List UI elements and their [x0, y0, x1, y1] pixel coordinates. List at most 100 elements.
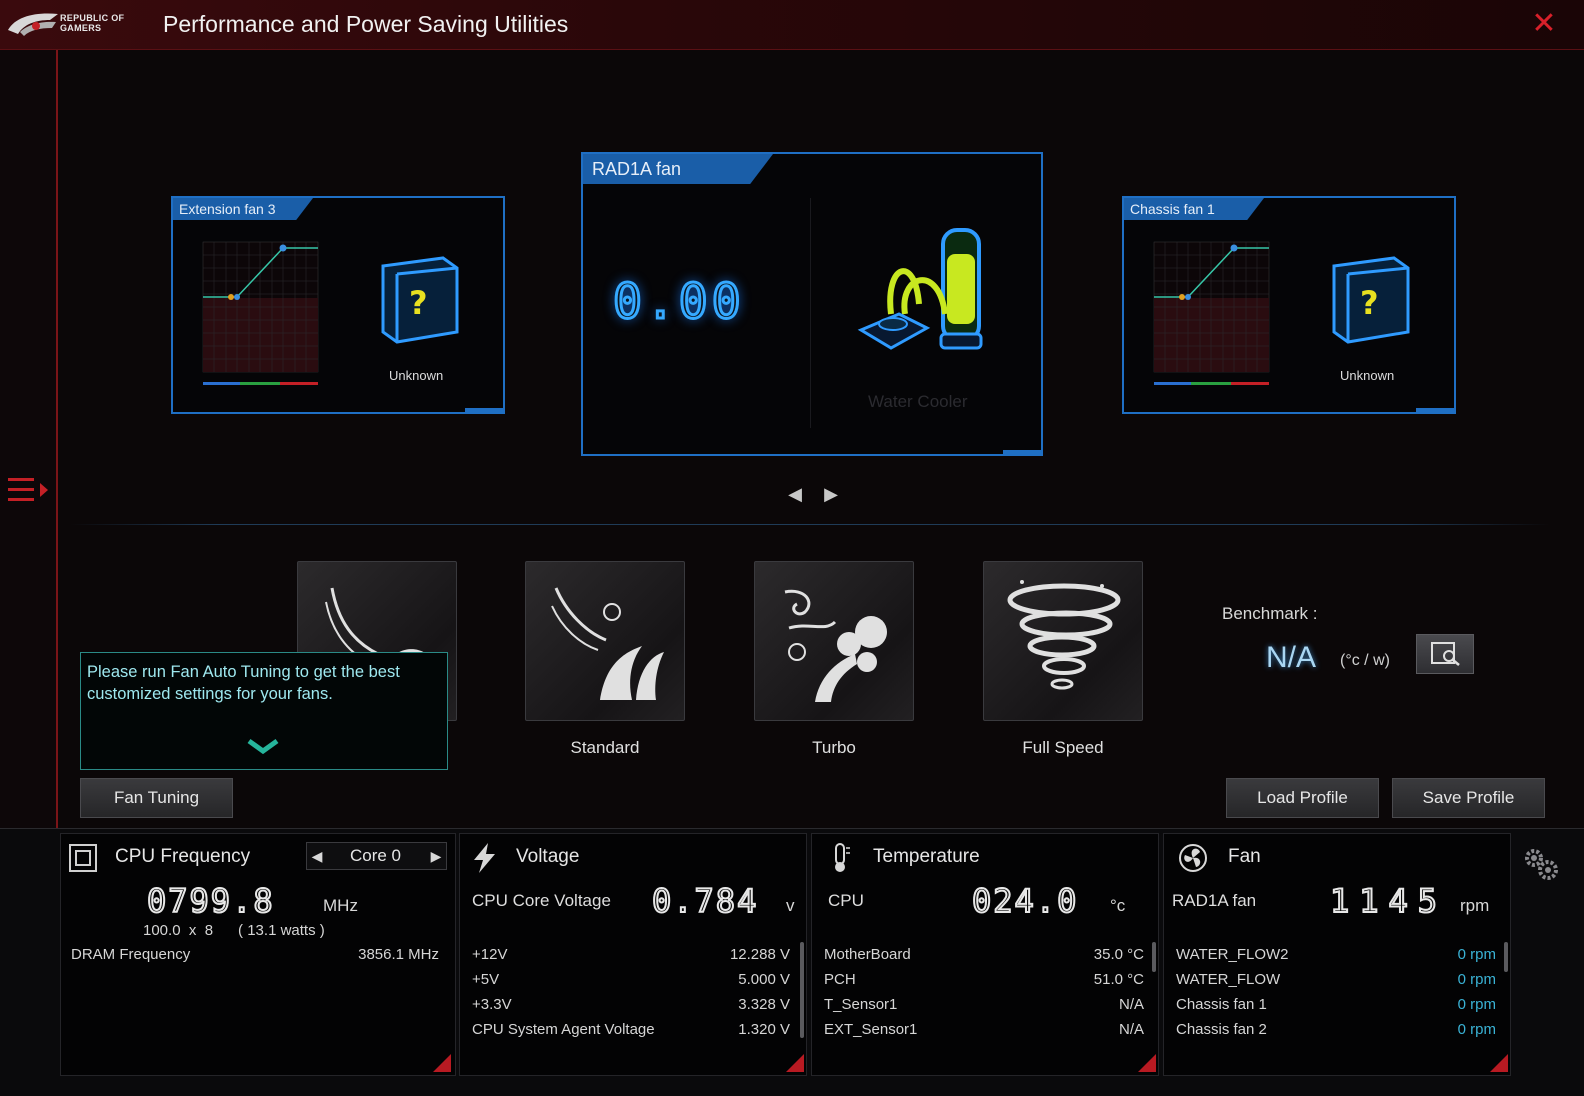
scrollbar[interactable]: [800, 942, 804, 1038]
temperature-row-value: 51.0 °C: [1093, 971, 1144, 988]
tooltip-text: Please run Fan Auto Tuning to get the be…: [87, 663, 400, 703]
fan-row-label: WATER_FLOW2: [1176, 946, 1289, 963]
cpu-core-voltage-readout: 0.784: [651, 881, 759, 921]
temperature-row-value: 35.0 °C: [1093, 946, 1144, 963]
temperature-row-label: PCH: [824, 971, 856, 988]
core-next-icon[interactable]: ▶: [428, 846, 444, 866]
device-label: Water Cooler: [868, 392, 968, 411]
device-label: Unknown: [389, 368, 444, 383]
svg-text:?: ?: [409, 284, 428, 322]
main-label: CPU: [828, 891, 864, 910]
prev-fan-arrow-icon[interactable]: ◀: [786, 484, 804, 504]
panel-expand-icon[interactable]: [1490, 1054, 1508, 1072]
mode-label: Standard: [570, 738, 640, 757]
fan-row-label: Chassis fan 1: [1176, 996, 1267, 1013]
chevron-down-icon[interactable]: [245, 737, 281, 757]
unit-label: v: [786, 896, 795, 915]
voltage-row-label: +5V: [472, 971, 500, 988]
card-corner: [465, 408, 505, 414]
main-label: RAD1A fan: [1172, 891, 1257, 910]
scrollbar[interactable]: [1504, 942, 1508, 972]
panel-title: Fan: [1228, 846, 1261, 867]
voltage-panel: Voltage CPU Core Voltage 0.784 v +12V 12…: [459, 833, 807, 1076]
temperature-row-value: N/A: [1118, 996, 1144, 1013]
save-profile-button[interactable]: Save Profile: [1392, 778, 1545, 818]
menu-expand-icon[interactable]: [6, 475, 50, 507]
fan-speed-readout: 0.00: [612, 273, 745, 332]
cpu-multiplier: 100.0 x 8 ( 13.1 watts ): [143, 922, 325, 939]
temperature-panel: Temperature CPU 024.0 °c MotherBoard 35.…: [811, 833, 1159, 1076]
core-value: Core 0: [349, 846, 402, 865]
voltage-row-value: 5.000 V: [738, 971, 790, 988]
mode-full-speed-button[interactable]: [983, 561, 1143, 721]
dram-label: DRAM Frequency: [71, 946, 191, 963]
cpu-chip-icon: [69, 844, 97, 872]
lightning-icon: [474, 843, 495, 873]
fan-carousel-nav: ◀ ▶: [786, 484, 840, 504]
temperature-row-value: N/A: [1118, 1021, 1144, 1038]
core-prev-icon[interactable]: ◀: [309, 846, 325, 866]
brand-text: REPUBLIC OF GAMERS: [60, 13, 125, 33]
unit-label: MHz: [323, 896, 358, 915]
turbo-wind-icon: [784, 589, 887, 702]
fan-tuning-tooltip: Please run Fan Auto Tuning to get the be…: [80, 652, 448, 770]
fan-card-title: Extension fan 3: [173, 198, 313, 220]
mode-turbo-button[interactable]: [754, 561, 914, 721]
load-profile-button[interactable]: Load Profile: [1226, 778, 1379, 818]
divider: [810, 198, 811, 428]
svg-text:?: ?: [1360, 284, 1379, 322]
scrollbar[interactable]: [1152, 942, 1156, 972]
voltage-row-value: 12.288 V: [729, 946, 790, 963]
cpu-temperature-readout: 024.0: [971, 881, 1079, 921]
benchmark-label: Benchmark :: [1222, 604, 1318, 623]
panel-title: Temperature: [873, 846, 980, 867]
fan-curve-chart: [202, 241, 319, 385]
cpu-frequency-readout: 0799.8: [146, 881, 275, 921]
fan-card-rad1a-fan[interactable]: RAD1A fan 0.00 Water Cooler: [581, 152, 1043, 456]
panel-expand-icon[interactable]: [433, 1054, 451, 1072]
section-divider: [70, 524, 1550, 525]
fan-card-chassis-fan-1[interactable]: Chassis fan 1 ? Unknown: [1122, 196, 1456, 414]
fan-icon: [1179, 844, 1207, 872]
title-bar: REPUBLIC OF GAMERS Performance and Power…: [0, 0, 1584, 50]
unknown-device-icon: ?: [1332, 256, 1410, 344]
fan-row-value: 0 rpm: [1457, 1021, 1496, 1038]
fan-row-value: 0 rpm: [1457, 946, 1496, 963]
panel-expand-icon[interactable]: [1138, 1054, 1156, 1072]
voltage-row-label: CPU System Agent Voltage: [472, 1021, 655, 1038]
fan-tuning-button[interactable]: Fan Tuning: [80, 778, 233, 818]
panel-expand-icon[interactable]: [786, 1054, 804, 1072]
voltage-row-label: +12V: [472, 946, 508, 963]
fan-curve-chart: [1153, 241, 1270, 385]
dram-value: 3856.1 MHz: [358, 946, 439, 963]
fan-row-value: 0 rpm: [1457, 996, 1496, 1013]
next-fan-arrow-icon[interactable]: ▶: [822, 484, 840, 504]
unknown-device-icon: ?: [381, 256, 459, 344]
benchmark-search-button[interactable]: [1416, 634, 1474, 674]
fan-row-label: WATER_FLOW: [1176, 971, 1281, 988]
core-selector[interactable]: ◀ Core 0 ▶: [306, 842, 447, 870]
card-corner: [1416, 408, 1456, 414]
fan-row-label: Chassis fan 2: [1176, 1021, 1267, 1038]
mode-label: Full Speed: [1022, 738, 1104, 757]
temperature-row-label: EXT_Sensor1: [824, 1021, 918, 1038]
temperature-row-label: T_Sensor1: [824, 996, 898, 1013]
benchmark-value: N/A: [1266, 641, 1317, 674]
fan-panel: Fan RAD1A fan 1145 rpm WATER_FLOW2 0 rpm…: [1163, 833, 1511, 1076]
app-title: Performance and Power Saving Utilities: [163, 11, 569, 37]
fan-card-extension-fan-3[interactable]: Extension fan 3 ? Unknown: [171, 196, 505, 414]
fan-row-value: 0 rpm: [1457, 971, 1496, 988]
tornado-icon: [1007, 580, 1121, 690]
thermometer-icon: [835, 843, 850, 872]
panel-title: Voltage: [516, 846, 580, 867]
temperature-row-label: MotherBoard: [824, 946, 911, 963]
close-button[interactable]: ✕: [1528, 8, 1560, 40]
fan-rpm-readout: 1145: [1329, 881, 1448, 921]
settings-gear-icon[interactable]: [1520, 844, 1560, 884]
main-label: CPU Core Voltage: [472, 891, 611, 910]
standard-wind-icon: [551, 587, 664, 700]
voltage-row-value: 1.320 V: [738, 1021, 790, 1038]
left-rail: [0, 50, 58, 828]
mode-standard-button[interactable]: [525, 561, 685, 721]
card-corner: [1003, 450, 1043, 456]
